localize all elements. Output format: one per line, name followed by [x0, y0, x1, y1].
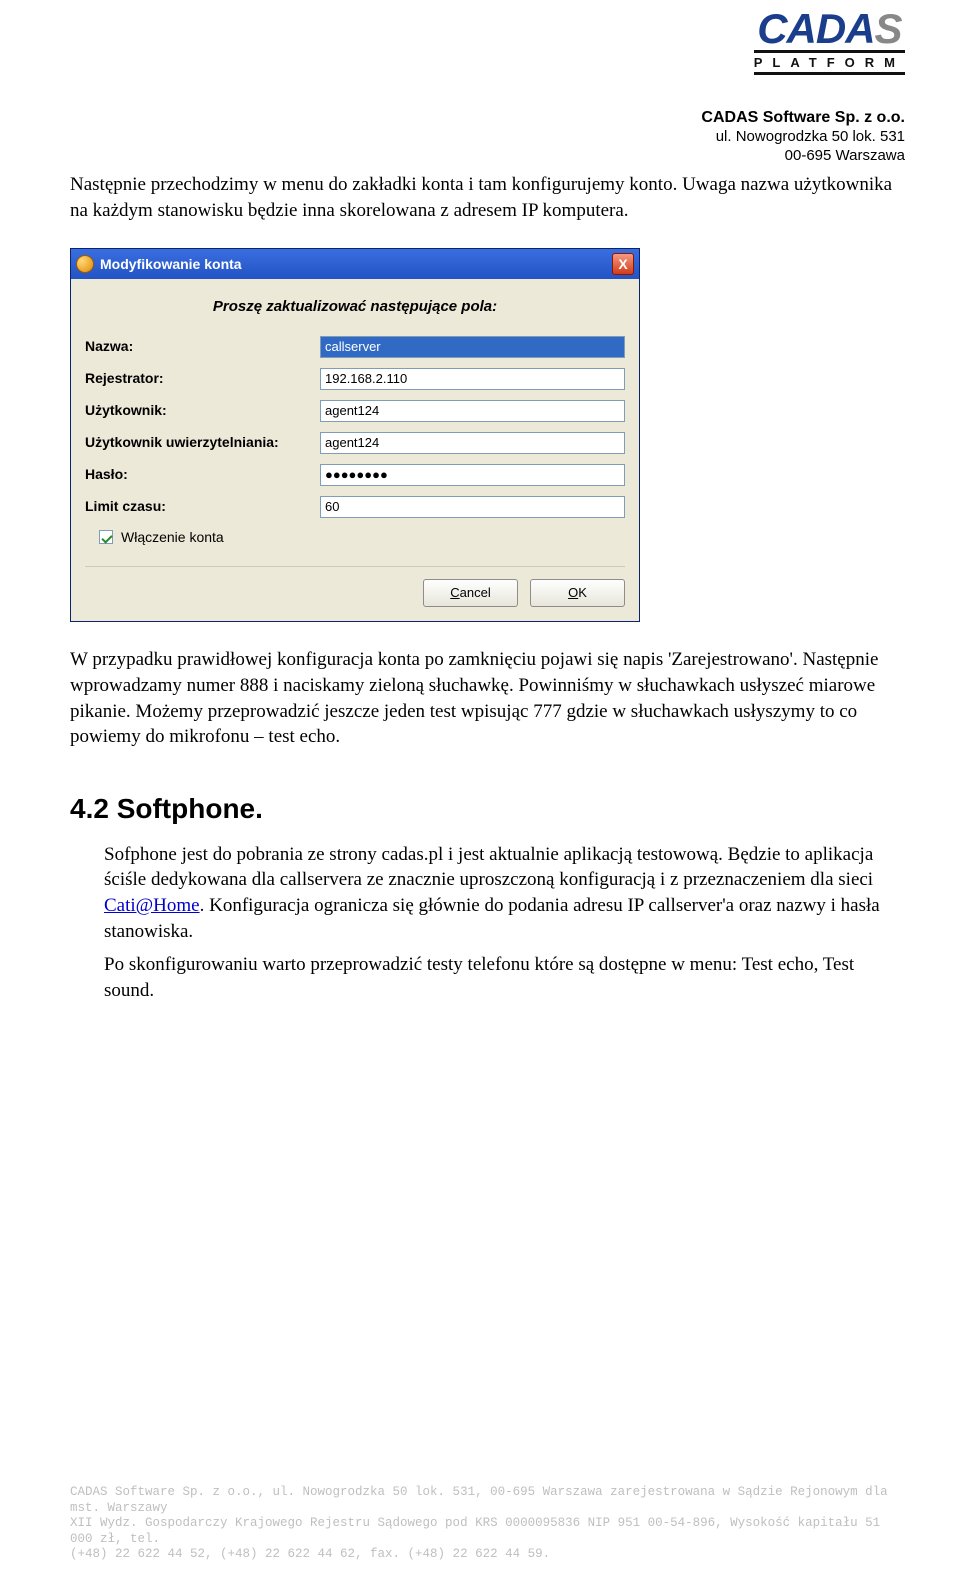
- page-footer: CADAS Software Sp. z o.o., ul. Nowogrodz…: [70, 1485, 895, 1563]
- page-content: Następnie przechodzimy w menu do zakładk…: [70, 172, 895, 1012]
- dialog-title-icon: [76, 255, 94, 273]
- logo-grey: S: [875, 5, 902, 52]
- company-addr2: 00-695 Warszawa: [701, 147, 905, 166]
- auth-label: Użytkownik uwierzytelniania:: [85, 433, 320, 452]
- name-input[interactable]: callserver: [320, 336, 625, 358]
- auth-input[interactable]: agent124: [320, 432, 625, 454]
- logo-block: CADAS PLATFORM: [754, 10, 905, 75]
- limit-input[interactable]: 60: [320, 496, 625, 518]
- field-row-user: Użytkownik: agent124: [85, 400, 625, 422]
- section-heading: 4.2 Softphone.: [70, 790, 895, 828]
- footer-line-1: CADAS Software Sp. z o.o., ul. Nowogrodz…: [70, 1485, 895, 1516]
- company-address: CADAS Software Sp. z o.o. ul. Nowogrodzk…: [701, 108, 905, 166]
- user-label: Użytkownik:: [85, 401, 320, 420]
- company-addr1: ul. Nowogrodzka 50 lok. 531: [701, 128, 905, 147]
- ok-button[interactable]: OK: [530, 579, 625, 607]
- paragraph-4: Po skonfigurowaniu warto przeprowadzić t…: [104, 952, 895, 1003]
- enable-account-label: Włączenie konta: [121, 528, 224, 547]
- user-input[interactable]: agent124: [320, 400, 625, 422]
- registrar-input[interactable]: 192.168.2.110: [320, 368, 625, 390]
- p3-part-b: . Konfiguracja ogranicza się głównie do …: [104, 895, 880, 942]
- dialog-prompt: Proszę zaktualizować następujące pola:: [85, 297, 625, 317]
- logo-text: CADAS: [754, 10, 905, 48]
- field-row-registrar: Rejestrator: 192.168.2.110: [85, 368, 625, 390]
- dialog-window: Modyfikowanie konta X Proszę zaktualizow…: [70, 248, 640, 622]
- field-row-password: Hasło: ●●●●●●●●: [85, 464, 625, 486]
- close-icon[interactable]: X: [612, 253, 634, 275]
- dialog-titlebar: Modyfikowanie konta X: [71, 249, 639, 279]
- password-input[interactable]: ●●●●●●●●: [320, 464, 625, 486]
- dialog-screenshot: Modyfikowanie konta X Proszę zaktualizow…: [70, 248, 895, 622]
- cancel-button[interactable]: Cancel: [423, 579, 518, 607]
- paragraph-1: Następnie przechodzimy w menu do zakładk…: [70, 172, 895, 223]
- dialog-title: Modyfikowanie konta: [100, 255, 242, 274]
- logo-platform: PLATFORM: [754, 50, 905, 76]
- footer-line-3: (+48) 22 622 44 52, (+48) 22 622 44 62, …: [70, 1547, 895, 1563]
- registrar-label: Rejestrator:: [85, 369, 320, 388]
- field-row-name: Nazwa: callserver: [85, 336, 625, 358]
- cati-home-link[interactable]: Cati@Home: [104, 895, 200, 916]
- enable-account-checkbox[interactable]: [99, 530, 113, 544]
- p3-part-a: Sofphone jest do pobrania ze strony cada…: [104, 844, 873, 891]
- paragraph-3: Sofphone jest do pobrania ze strony cada…: [104, 842, 895, 945]
- dialog-body: Proszę zaktualizować następujące pola: N…: [71, 279, 639, 621]
- dialog-button-row: Cancel OK: [85, 566, 625, 607]
- name-label: Nazwa:: [85, 337, 320, 356]
- footer-line-2: XII Wydz. Gospodarczy Krajowego Rejestru…: [70, 1516, 895, 1547]
- paragraph-2: W przypadku prawidłowej konfiguracja kon…: [70, 647, 895, 750]
- checkbox-row: Włączenie konta: [99, 528, 625, 547]
- company-name: CADAS Software Sp. z o.o.: [701, 108, 905, 128]
- field-row-auth: Użytkownik uwierzytelniania: agent124: [85, 432, 625, 454]
- password-label: Hasło:: [85, 465, 320, 484]
- logo-blue: CADA: [757, 5, 874, 52]
- limit-label: Limit czasu:: [85, 497, 320, 516]
- field-row-limit: Limit czasu: 60: [85, 496, 625, 518]
